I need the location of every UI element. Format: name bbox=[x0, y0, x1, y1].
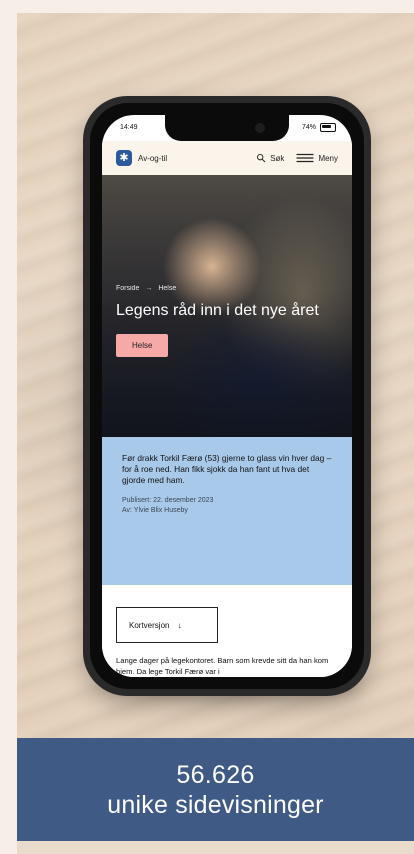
phone-screen: 14:49 74% ✱ Av-og-til Søk Meny Forside →… bbox=[102, 115, 352, 677]
article-body: Kortversjon ↓ Lange dager på legekontore… bbox=[102, 585, 352, 677]
header-actions: Søk Meny bbox=[256, 153, 338, 163]
site-logo[interactable]: ✱ Av-og-til bbox=[116, 150, 167, 166]
search-label: Søk bbox=[270, 153, 285, 163]
stats-label: unike sidevisninger bbox=[107, 790, 324, 819]
menu-label: Meny bbox=[318, 153, 338, 163]
article-hero: Forside → Helse Legens råd inn i det nye… bbox=[102, 175, 352, 437]
phone-mockup: 14:49 74% ✱ Av-og-til Søk Meny Forside →… bbox=[83, 96, 371, 696]
breadcrumb-helse[interactable]: Helse bbox=[158, 285, 176, 292]
article-meta: Publisert: 22. desember 2023 Av: Ylvie B… bbox=[122, 496, 332, 516]
body-preview: Lange dager på legekontoret. Barn som kr… bbox=[116, 656, 329, 676]
logo-text: Av-og-til bbox=[138, 153, 168, 163]
phone-bezel: 14:49 74% ✱ Av-og-til Søk Meny Forside →… bbox=[90, 103, 364, 689]
short-version-button[interactable]: Kortversjon ↓ bbox=[116, 607, 218, 643]
promo-card: 14:49 74% ✱ Av-og-til Søk Meny Forside →… bbox=[17, 13, 414, 854]
battery-percent: 74% bbox=[301, 124, 316, 131]
search-icon bbox=[256, 153, 266, 163]
status-time: 14:49 bbox=[120, 124, 138, 131]
article-intro: Før drakk Torkil Færø (53) gjerne to gla… bbox=[102, 437, 352, 585]
breadcrumb: Forside → Helse bbox=[116, 285, 338, 292]
author: Av: Ylvie Blix Huseby bbox=[122, 507, 188, 514]
search-button[interactable]: Søk bbox=[256, 153, 284, 163]
breadcrumb-home[interactable]: Forside bbox=[116, 285, 139, 292]
menu-button[interactable]: Meny bbox=[296, 153, 338, 163]
status-right: 74% bbox=[302, 123, 336, 132]
arrow-down-icon: ↓ bbox=[177, 620, 182, 630]
stats-bar: 56.626 unike sidevisninger bbox=[17, 738, 414, 841]
menu-icon bbox=[296, 153, 315, 163]
phone-notch bbox=[165, 115, 289, 141]
category-tag[interactable]: Helse bbox=[116, 334, 169, 357]
intro-text: Før drakk Torkil Færø (53) gjerne to gla… bbox=[122, 453, 332, 485]
site-header: ✱ Av-og-til Søk Meny bbox=[102, 141, 352, 175]
stats-value: 56.626 bbox=[176, 760, 255, 789]
short-version-label: Kortversjon bbox=[129, 620, 170, 630]
breadcrumb-arrow-icon: → bbox=[145, 285, 153, 292]
article-title: Legens råd inn i det nye året bbox=[116, 302, 319, 319]
published-date: Publisert: 22. desember 2023 bbox=[122, 497, 214, 504]
battery-icon bbox=[320, 123, 336, 132]
logo-icon: ✱ bbox=[116, 150, 132, 166]
hero-content: Forside → Helse Legens råd inn i det nye… bbox=[116, 285, 338, 357]
